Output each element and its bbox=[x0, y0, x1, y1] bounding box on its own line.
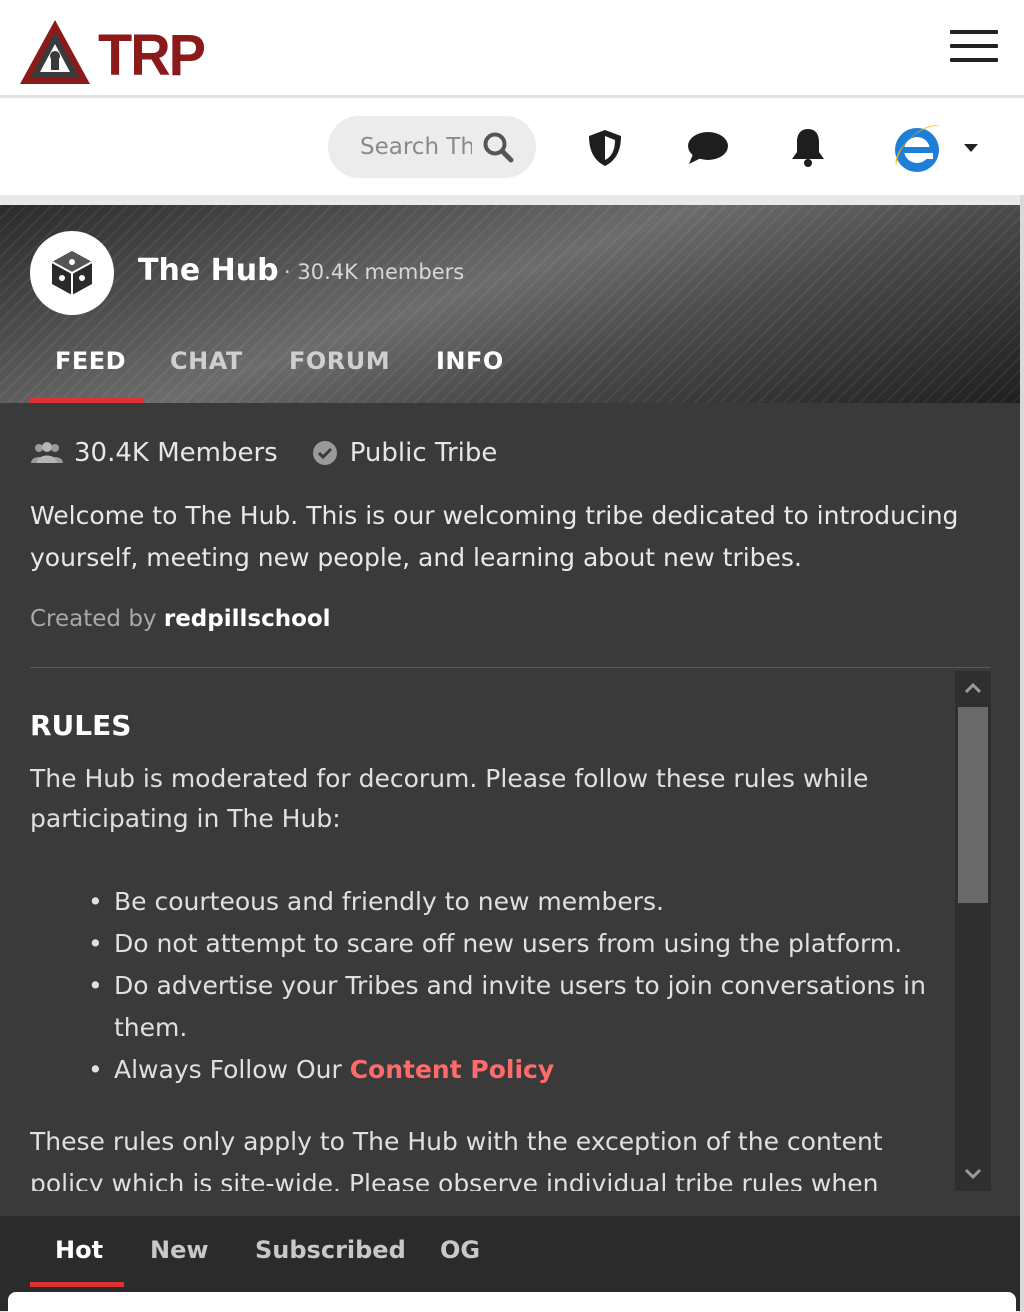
feed-card-edge bbox=[0, 1288, 1020, 1312]
creator-link[interactable]: redpillschool bbox=[164, 606, 331, 632]
sort-tabs-bar: Hot New Subscribed OG bbox=[0, 1216, 1020, 1288]
tribe-info-panel: 30.4K Members Public Tribe Welcome to Th… bbox=[0, 403, 1020, 1216]
check-circle-icon bbox=[312, 441, 337, 465]
tribe-header: The Hub · 30.4K members FEED CHAT FORUM … bbox=[0, 205, 1020, 403]
search-box bbox=[328, 116, 536, 178]
content-policy-link[interactable]: Content Policy bbox=[350, 1055, 554, 1084]
scroll-up-arrow-icon[interactable] bbox=[955, 671, 991, 705]
chevron-down-icon[interactable] bbox=[962, 142, 980, 154]
sort-tab-subscribed[interactable]: Subscribed bbox=[255, 1236, 406, 1264]
tab-feed[interactable]: FEED bbox=[55, 347, 126, 375]
bell-icon[interactable] bbox=[790, 126, 826, 168]
rule-item: Be courteous and friendly to new members… bbox=[88, 881, 948, 923]
rule-item-prefix: Always Follow Our bbox=[114, 1055, 342, 1084]
scroll-down-arrow-icon[interactable] bbox=[955, 1157, 991, 1191]
utility-bar bbox=[0, 98, 1024, 195]
tribe-description: Welcome to The Hub. This is our welcomin… bbox=[30, 501, 959, 572]
tab-forum[interactable]: FORUM bbox=[289, 347, 390, 375]
top-navbar: TRP bbox=[0, 0, 1024, 98]
scroll-thumb[interactable] bbox=[958, 707, 988, 903]
divider bbox=[30, 667, 990, 668]
created-by: Created by redpillschool bbox=[30, 606, 331, 632]
tab-chat[interactable]: CHAT bbox=[170, 347, 243, 375]
hamburger-menu-icon[interactable] bbox=[950, 30, 998, 62]
tribe-member-count: · 30.4K members bbox=[284, 260, 465, 284]
chat-bubble-icon[interactable] bbox=[687, 130, 729, 166]
house-logo-icon bbox=[20, 20, 90, 84]
members-count: 30.4K Members bbox=[74, 438, 278, 468]
sort-tab-new[interactable]: New bbox=[150, 1236, 209, 1264]
rule-item: Do not attempt to scare off new users fr… bbox=[88, 923, 948, 965]
cube-logo-icon bbox=[51, 251, 93, 295]
rules-scrollbar[interactable] bbox=[955, 671, 991, 1191]
rules-scroll-area[interactable]: RULES The Hub is moderated for decorum. … bbox=[30, 671, 950, 1191]
rules-list: Be courteous and friendly to new members… bbox=[88, 881, 948, 1091]
rules-footer: These rules only apply to The Hub with t… bbox=[30, 1127, 883, 1191]
visibility-label: Public Tribe bbox=[349, 438, 498, 468]
tribe-avatar[interactable] bbox=[30, 231, 114, 315]
members-icon bbox=[31, 442, 63, 463]
rules-intro: The Hub is moderated for decorum. Please… bbox=[30, 764, 869, 833]
shield-icon[interactable] bbox=[586, 128, 624, 168]
sort-tab-hot[interactable]: Hot bbox=[55, 1236, 103, 1264]
tribe-stats: 30.4K Members Public Tribe bbox=[30, 433, 497, 473]
logo-text: TRP bbox=[98, 20, 206, 88]
search-input[interactable] bbox=[358, 133, 474, 161]
rule-item: Do advertise your Tribes and invite user… bbox=[88, 965, 948, 1049]
tribe-name: The Hub bbox=[138, 253, 279, 288]
sort-tab-og[interactable]: OG bbox=[440, 1236, 480, 1264]
active-sort-indicator bbox=[30, 1282, 124, 1287]
tab-info[interactable]: INFO bbox=[436, 347, 504, 375]
rules-title: RULES bbox=[30, 709, 132, 742]
created-by-prefix: Created by bbox=[30, 606, 157, 632]
search-icon[interactable] bbox=[482, 131, 514, 163]
rule-item: Always Follow Our Content Policy bbox=[88, 1049, 948, 1091]
site-logo[interactable]: TRP bbox=[18, 18, 206, 90]
ie-browser-icon[interactable] bbox=[890, 120, 946, 176]
page-gutter bbox=[1020, 195, 1024, 1311]
